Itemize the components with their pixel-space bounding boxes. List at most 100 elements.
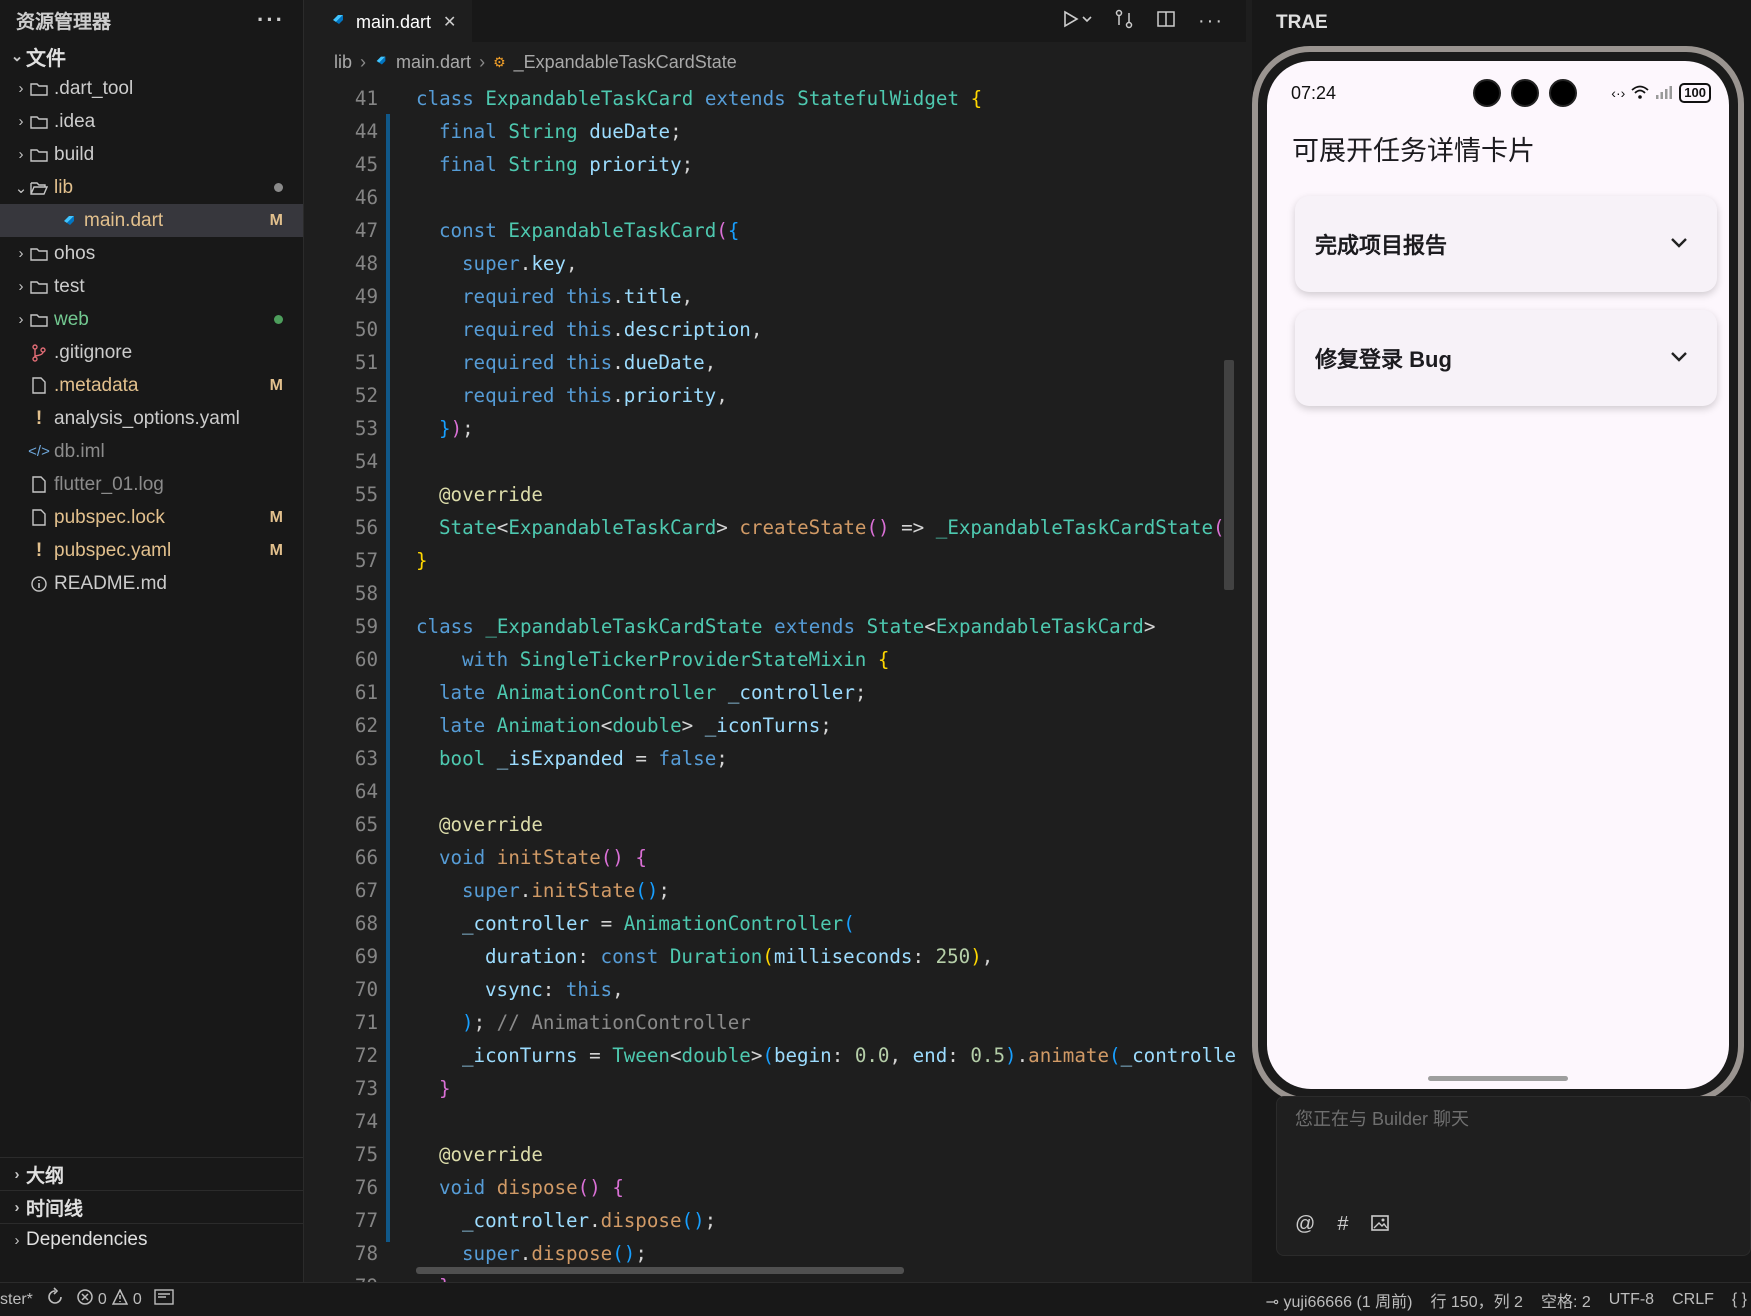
split-editor-icon[interactable] [1156,9,1176,34]
code-line[interactable]: 69 duration: const Duration(milliseconds:… [310,940,1246,973]
indentation[interactable]: 空格: 2 [1541,1288,1591,1312]
file-tree-item[interactable]: › test [0,270,303,303]
code-line[interactable]: 58 [310,577,1246,610]
encoding[interactable]: UTF-8 [1609,1291,1654,1309]
code-line[interactable]: 66 void initState() { [310,841,1246,874]
code-line[interactable]: 75 @override [310,1138,1246,1171]
code-token: < [924,615,936,638]
file-tree-item[interactable]: ! analysis_options.yaml [0,402,303,435]
task-card[interactable]: 修复登录 Bug [1295,310,1717,406]
code-line[interactable]: 72 _iconTurns = Tween<double>(begin: 0.0,… [310,1039,1246,1072]
horizontal-scrollbar[interactable] [416,1267,904,1274]
file-tree-item[interactable]: .metadata M [0,369,303,402]
code-line[interactable]: 54 [310,445,1246,478]
line-number: 60 [354,648,378,671]
code-line[interactable]: 53}); [310,412,1246,445]
code-line[interactable]: 77 _controller.dispose(); [310,1204,1246,1237]
file-tree-item[interactable]: main.dart M [0,204,303,237]
chat-input-box[interactable]: 您正在与 Builder 聊天 @ # [1276,1096,1751,1256]
file-tree-item[interactable]: pubspec.lock M [0,501,303,534]
chevron-right-icon: › [18,245,24,262]
code-line[interactable]: 48 super.key, [310,247,1246,280]
terminal-icon[interactable] [154,1289,174,1310]
code-line[interactable]: 60 with SingleTickerProviderStateMixin { [310,643,1246,676]
branch-name[interactable]: ster* [0,1291,33,1309]
code-line[interactable]: 51 required this.dueDate, [310,346,1246,379]
file-tree-item[interactable]: .gitignore [0,336,303,369]
code-token: _ExpandableTaskCardState [485,615,763,638]
code-token: extends [774,615,856,638]
code-line[interactable]: 68 _controller = AnimationController( [310,907,1246,940]
code-line[interactable]: 62 late Animation<double> _iconTurns; [310,709,1246,742]
mention-icon[interactable]: @ [1295,1213,1315,1239]
compare-changes-icon[interactable] [1114,9,1134,34]
image-icon[interactable] [1370,1213,1390,1239]
code-line[interactable]: 64 [310,775,1246,808]
code-line[interactable]: 47 const ExpandableTaskCard({ [310,214,1246,247]
file-tree-label: lib [54,176,74,198]
outline-section[interactable]: › 大纲 [0,1157,304,1190]
code-line[interactable]: 55 @override [310,478,1246,511]
cursor-position[interactable]: 行 150，列 2 [1430,1288,1523,1312]
code-token: 0.0 [854,1044,890,1067]
file-tree-item[interactable]: flutter_01.log [0,468,303,501]
vertical-scrollbar[interactable] [1224,360,1234,590]
file-tree-item[interactable]: › .dart_tool [0,72,303,105]
code-line[interactable]: 44 final String dueDate; [310,115,1246,148]
code-line[interactable]: 65 @override [310,808,1246,841]
breadcrumb-item[interactable]: main.dart [396,52,471,73]
problems-indicator[interactable]: 0 0 [77,1288,142,1310]
code-line[interactable]: 52 required this.priority, [310,379,1246,412]
more-actions-icon[interactable]: ··· [257,7,285,33]
code-token: , [889,1044,913,1067]
dependencies-section[interactable]: › Dependencies [0,1223,304,1256]
file-tree-item[interactable]: ! pubspec.yaml M [0,534,303,567]
code-line[interactable]: 46 [310,181,1246,214]
line-number: 47 [354,219,378,242]
code-line[interactable]: 50 required this.description, [310,313,1246,346]
breadcrumb-item[interactable]: _ExpandableTaskCardState [514,52,737,73]
files-section-header[interactable]: ⌄ 文件 [0,40,303,72]
code-line[interactable]: 76 void dispose() { [310,1171,1246,1204]
task-card[interactable]: 完成项目报告 [1295,196,1717,292]
timeline-section[interactable]: › 时间线 [0,1190,304,1223]
more-actions-icon[interactable]: ··· [1198,10,1224,33]
file-tree-item[interactable]: README.md [0,567,303,600]
code-line[interactable]: 70 vsync: this, [310,973,1246,1006]
language-mode[interactable]: { } [1732,1291,1747,1309]
file-tree-item[interactable]: › build [0,138,303,171]
code-token: ; [462,417,474,440]
hashtag-icon[interactable]: # [1337,1213,1348,1239]
file-tree-item[interactable]: › ohos [0,237,303,270]
code-line[interactable]: 57} [310,544,1246,577]
code-line[interactable]: 56 State<ExpandableTaskCard> createState(… [310,511,1246,544]
code-line[interactable]: 61 late AnimationController _controller; [310,676,1246,709]
code-text: State<ExpandableTaskCard> createState() … [416,511,1225,544]
file-tree-item[interactable]: › .idea [0,105,303,138]
code-line[interactable]: 67 super.initState(); [310,874,1246,907]
chevron-down-icon[interactable] [1669,347,1689,370]
file-tree-item[interactable]: › web [0,303,303,336]
code-line[interactable]: 78 super.dispose(); [310,1237,1246,1270]
code-line[interactable]: 41 class ExpandableTaskCard extends State… [310,82,1246,115]
code-line[interactable]: 63 bool _isExpanded = false; [310,742,1246,775]
chevron-down-icon[interactable] [1669,233,1689,256]
breadcrumb-item[interactable]: lib [334,52,352,73]
file-tree-item[interactable]: </> db.iml [0,435,303,468]
code-area[interactable]: 41 class ExpandableTaskCard extends State… [310,82,1246,1282]
line-ending[interactable]: CRLF [1672,1291,1714,1309]
code-line[interactable]: 74 [310,1105,1246,1138]
code-line[interactable]: 45 final String priority; [310,148,1246,181]
code-token: ; [820,714,832,737]
close-tab-icon[interactable]: ✕ [443,12,456,32]
sync-icon[interactable] [45,1287,65,1312]
tab-main-dart[interactable]: main.dart ✕ [310,0,473,42]
code-token: => [889,516,936,539]
file-tree-item[interactable]: ⌄ lib [0,171,303,204]
code-line[interactable]: 71); // AnimationController [310,1006,1246,1039]
code-line[interactable]: 73} [310,1072,1246,1105]
code-line[interactable]: 49 required this.title, [310,280,1246,313]
code-line[interactable]: 59 class _ExpandableTaskCardState extends… [310,610,1246,643]
run-debug-icon[interactable] [1062,9,1092,34]
git-blame[interactable]: ⊸ yuji66666 (1 周前) [1266,1288,1413,1312]
